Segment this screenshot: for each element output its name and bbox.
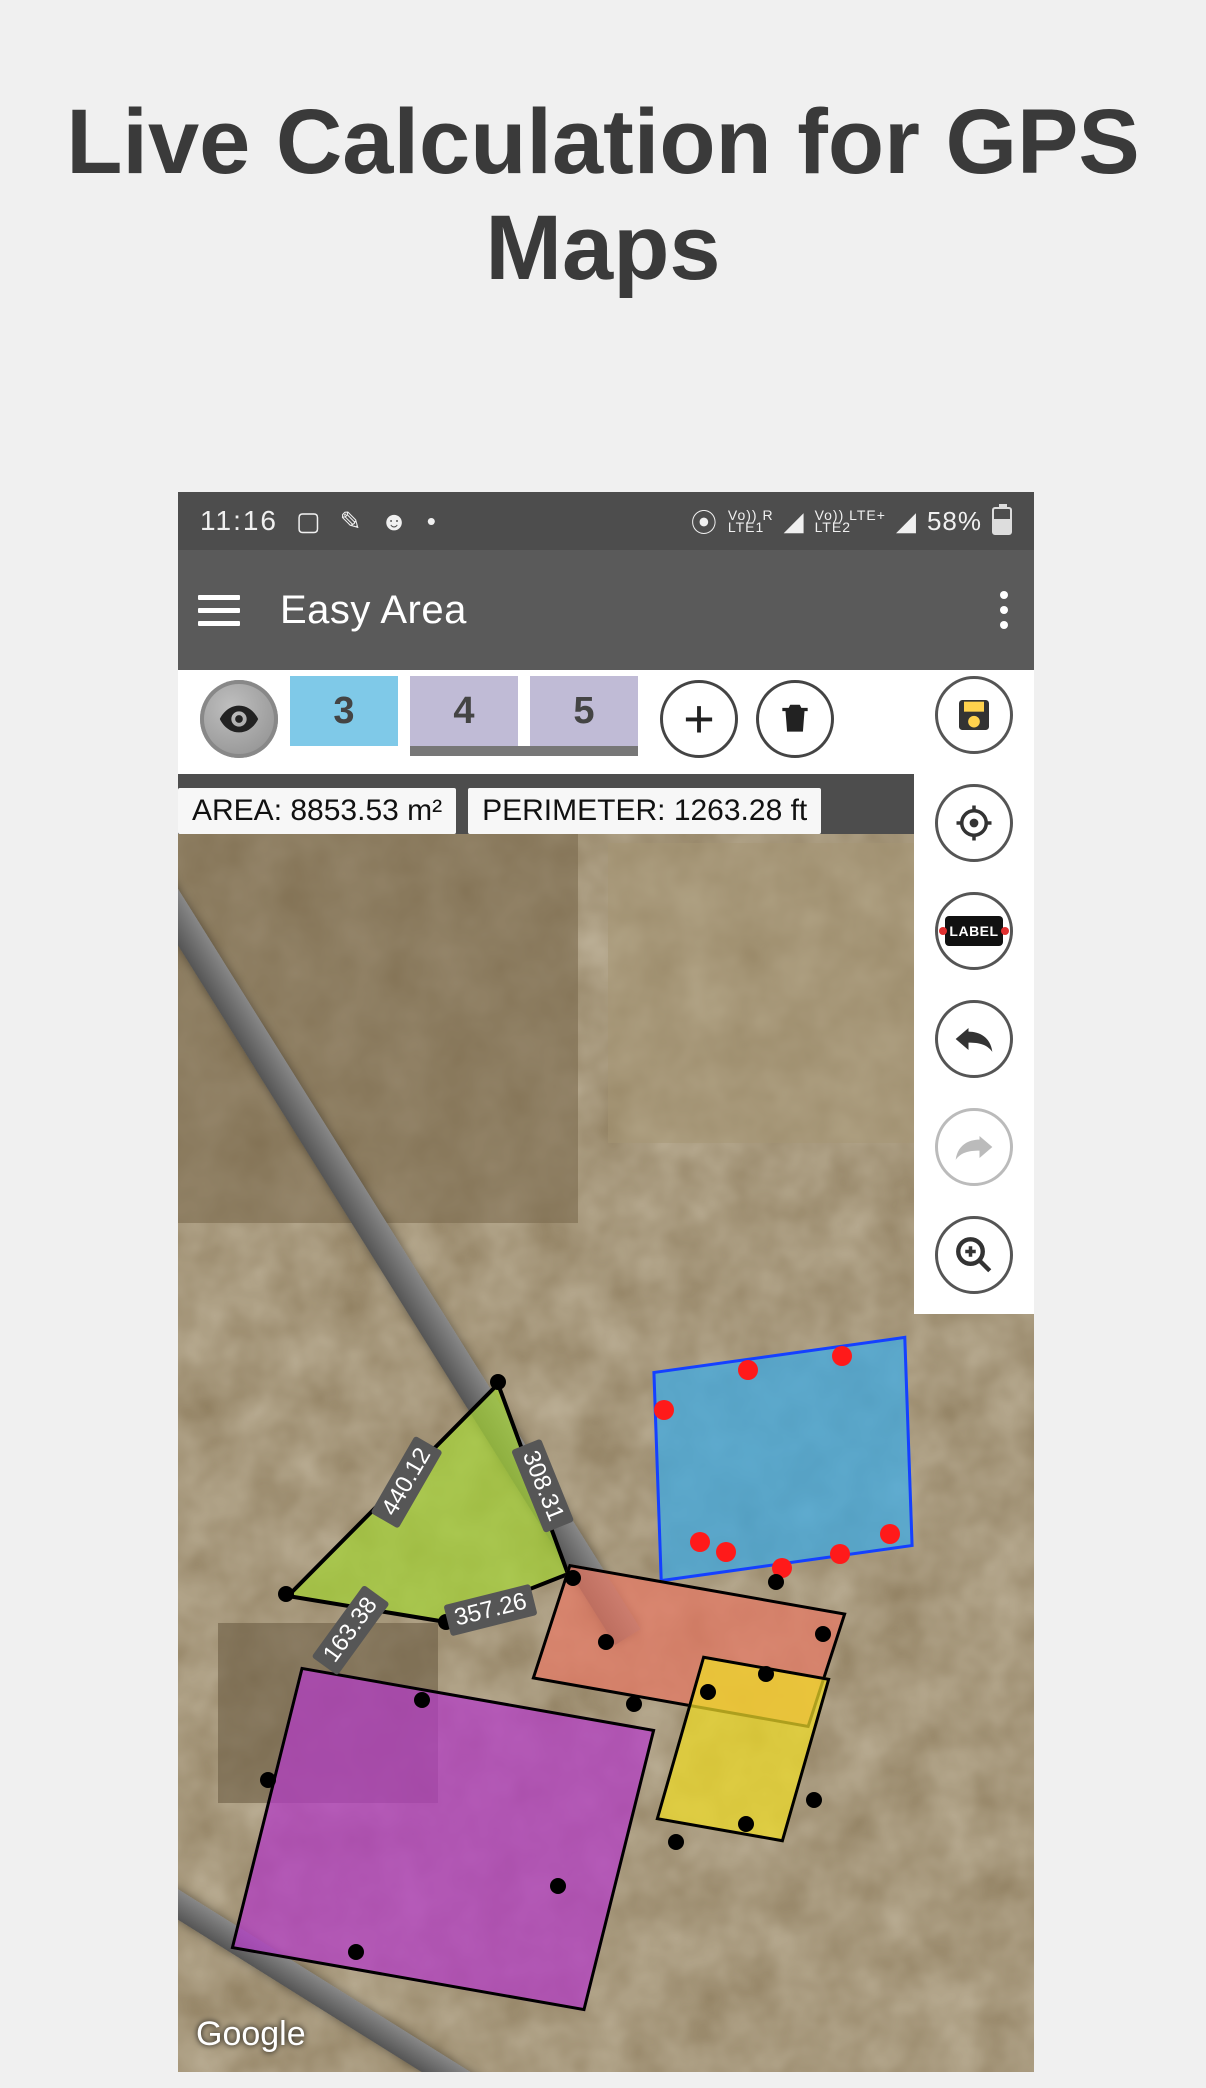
redo-arrow-icon	[952, 1131, 996, 1163]
status-time: 11:16	[200, 505, 278, 537]
perimeter-readout: PERIMETER: 1263.28 ft	[468, 788, 821, 834]
vertex[interactable]	[348, 1944, 364, 1960]
side-toolbar: LABEL	[914, 670, 1034, 1314]
hamburger-menu-icon[interactable]	[198, 595, 240, 626]
polygon-purple[interactable]	[231, 1667, 656, 2012]
dot-notification-icon: •	[427, 506, 437, 537]
sim2-label: Vo)) LTE+ LTE2	[815, 509, 886, 533]
vertex[interactable]	[550, 1878, 566, 1894]
google-attribution: Google	[196, 2015, 306, 2054]
location-status-icon: ⦿	[691, 503, 718, 540]
label-chip-icon: LABEL	[945, 916, 1003, 946]
signal-1-icon: ◢	[784, 506, 805, 537]
vertex[interactable]	[626, 1696, 642, 1712]
vertex[interactable]	[565, 1570, 581, 1586]
zoom-button[interactable]	[935, 1216, 1013, 1294]
signal-2-icon: ◢	[896, 506, 917, 537]
label-toggle-button[interactable]: LABEL	[935, 892, 1013, 970]
shape-tab-4[interactable]: 4	[410, 676, 518, 746]
battery-icon	[992, 507, 1012, 535]
vertex-active[interactable]	[690, 1532, 710, 1552]
save-button[interactable]	[935, 676, 1013, 754]
vertex-active[interactable]	[880, 1524, 900, 1544]
vertex[interactable]	[758, 1666, 774, 1682]
my-location-button[interactable]	[935, 784, 1013, 862]
vertex[interactable]	[414, 1692, 430, 1708]
vertex[interactable]	[278, 1586, 294, 1602]
vertex[interactable]	[598, 1634, 614, 1650]
screenshot-icon: ▢	[296, 506, 322, 537]
app-bar: Easy Area	[178, 550, 1034, 670]
vertex[interactable]	[490, 1374, 506, 1390]
vertex[interactable]	[815, 1626, 831, 1642]
marketing-headline: Live Calculation for GPS Maps	[0, 0, 1206, 302]
vertex-active[interactable]	[716, 1542, 736, 1562]
vertex-active[interactable]	[832, 1346, 852, 1366]
visibility-toggle-button[interactable]	[200, 680, 278, 758]
eye-icon	[216, 696, 262, 742]
app-title: Easy Area	[280, 588, 467, 633]
satellite-map[interactable]: 440.12 308.31 357.26 163.38 Google	[178, 834, 1034, 2072]
measurement-readout: AREA: 8853.53 m² PERIMETER: 1263.28 ft	[178, 788, 821, 834]
crosshair-location-icon	[953, 802, 995, 844]
redo-button[interactable]	[935, 1108, 1013, 1186]
battery-percent: 58%	[927, 506, 982, 537]
delete-shape-button[interactable]	[756, 680, 834, 758]
vertex[interactable]	[768, 1574, 784, 1590]
whatsapp-icon: ☻	[380, 506, 408, 537]
more-vertical-icon[interactable]	[994, 585, 1014, 635]
vertex-active[interactable]	[654, 1400, 674, 1420]
add-shape-button[interactable]	[660, 680, 738, 758]
shape-tab-row: 3 4 5	[178, 670, 1034, 774]
magnifier-plus-icon	[953, 1234, 995, 1276]
tab-indicator	[410, 746, 638, 756]
vertex-active[interactable]	[738, 1360, 758, 1380]
undo-button[interactable]	[935, 1000, 1013, 1078]
vertex[interactable]	[668, 1834, 684, 1850]
shape-tab-5[interactable]: 5	[530, 676, 638, 746]
vertex[interactable]	[806, 1792, 822, 1808]
area-readout: AREA: 8853.53 m²	[178, 788, 456, 834]
vertex-active[interactable]	[830, 1544, 850, 1564]
floppy-save-icon	[954, 695, 994, 735]
phone-frame: 11:16 ▢ ✎ ☻ • ⦿ Vo)) R LTE1 ◢ Vo)) LTE+ …	[178, 492, 1034, 2072]
vertex[interactable]	[700, 1684, 716, 1700]
vertex[interactable]	[260, 1772, 276, 1788]
edit-icon: ✎	[340, 506, 363, 537]
trash-icon	[776, 700, 814, 738]
android-status-bar: 11:16 ▢ ✎ ☻ • ⦿ Vo)) R LTE1 ◢ Vo)) LTE+ …	[178, 492, 1034, 550]
sim1-label: Vo)) R LTE1	[728, 509, 774, 533]
vertex[interactable]	[738, 1816, 754, 1832]
undo-arrow-icon	[952, 1023, 996, 1055]
shape-tab-3[interactable]: 3	[290, 676, 398, 746]
